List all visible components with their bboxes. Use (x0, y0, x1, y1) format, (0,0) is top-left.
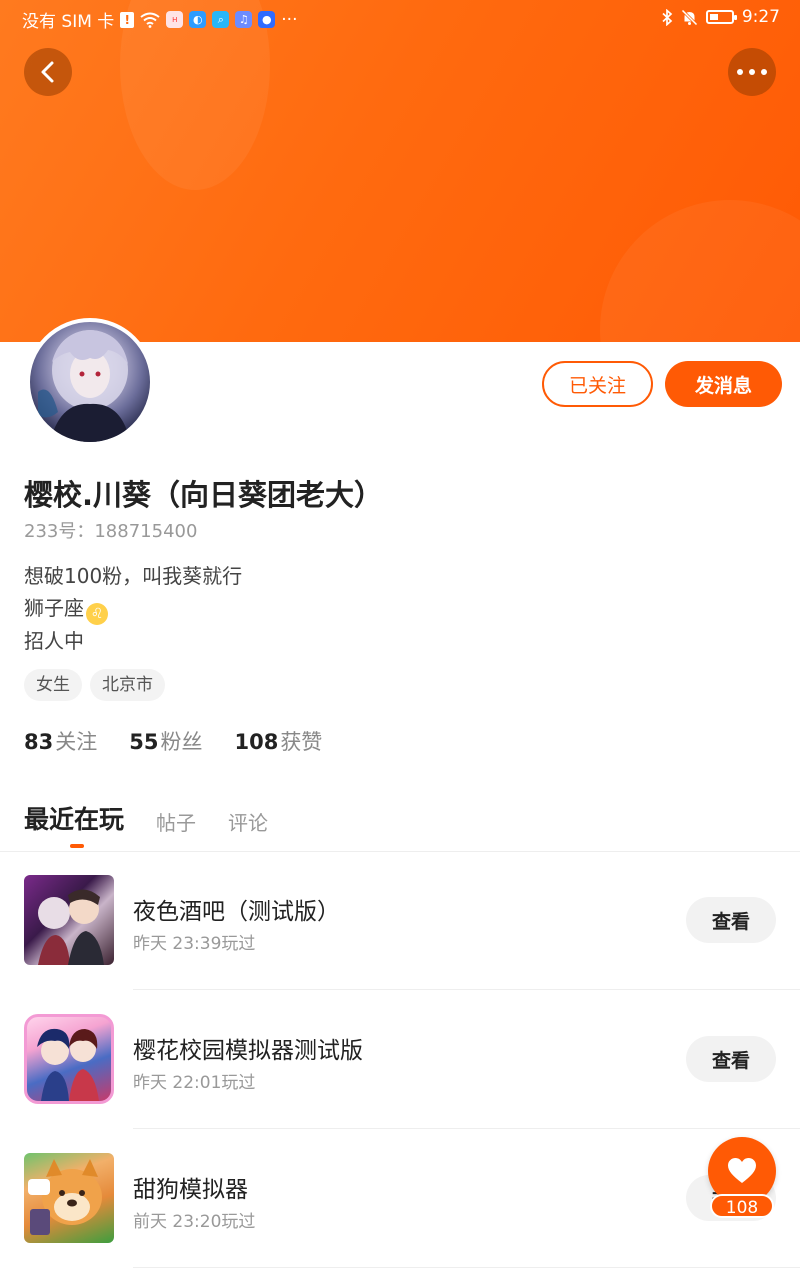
followed-button[interactable]: 已关注 (542, 361, 653, 407)
avatar[interactable] (26, 318, 154, 446)
back-button[interactable] (24, 48, 72, 96)
row-divider (133, 1267, 800, 1268)
profile-id-value: 188715400 (94, 521, 198, 542)
chevron-left-icon (41, 61, 54, 83)
more-notifications-icon: ··· (281, 9, 298, 30)
tabs-divider (0, 851, 800, 852)
send-message-button[interactable]: 发消息 (665, 361, 782, 407)
likes-stat[interactable]: 108获赞 (234, 726, 322, 756)
bio-line: 狮子座 ♌ (24, 592, 242, 625)
profile-tags: 女生 北京市 (24, 669, 165, 701)
game-icon (24, 1153, 114, 1243)
following-stat[interactable]: 83关注 (24, 726, 97, 756)
tab-comments[interactable]: 评论 (228, 807, 268, 838)
tips-app-icon: ● (258, 11, 276, 28)
profile-id-label: 233号： (24, 521, 95, 542)
battery-icon (705, 10, 737, 24)
leo-zodiac-icon: ♌ (86, 603, 108, 625)
game-played-time: 昨天 22:01玩过 (133, 1073, 256, 1093)
huawei-app-icon: H (166, 11, 184, 28)
tab-recently-played[interactable]: 最近在玩 (24, 800, 124, 848)
game-played-time: 昨天 23:39玩过 (133, 934, 256, 954)
bio-line: 想破100粉，叫我葵就行 (24, 564, 243, 588)
mute-bell-icon (681, 8, 698, 26)
gender-tag: 女生 (24, 669, 82, 701)
followers-stat[interactable]: 55粉丝 (129, 726, 202, 756)
row-divider (133, 1128, 800, 1129)
game-name: 甜狗模拟器 (133, 1177, 248, 1203)
carrier-text: 没有 SIM 卡 (22, 12, 115, 32)
game-name: 夜色酒吧（测试版） (133, 899, 340, 925)
music-app-icon: ♫ (235, 11, 253, 28)
bio-line: 招人中 (24, 629, 84, 653)
tab-posts[interactable]: 帖子 (156, 807, 196, 838)
game-played-time: 前天 23:20玩过 (133, 1212, 256, 1232)
game-icon (24, 875, 114, 965)
game-name: 樱花校园模拟器测试版 (133, 1038, 363, 1064)
like-count-badge: 108 (710, 1194, 774, 1218)
game-icon (24, 1014, 114, 1104)
profile-stats: 83关注 55粉丝 108获赞 (24, 726, 322, 756)
more-dots-icon (737, 69, 767, 75)
profile-id: 233号：188715400 (24, 517, 197, 543)
profile-banner (0, 0, 800, 342)
list-item[interactable]: 樱花校园模拟器测试版 昨天 22:01玩过 查看 (0, 1014, 800, 1153)
location-tag: 北京市 (90, 669, 165, 701)
search-app-icon: ⌕ (212, 11, 230, 28)
clock-time: 9:27 (741, 7, 780, 27)
view-game-button[interactable]: 查看 (686, 897, 776, 943)
wifi-icon (140, 12, 160, 28)
profile-bio: 想破100粉，叫我葵就行 狮子座 ♌ 招人中 (24, 560, 242, 657)
profile-tabs: 最近在玩 帖子 评论 (24, 800, 268, 848)
profile-name: 樱校.川葵（向日葵团老大） (24, 478, 384, 512)
bluetooth-icon (662, 8, 673, 26)
sim-alert-icon: ! (120, 11, 135, 28)
profile-page: 没有 SIM 卡 ! H ◐ ⌕ ♫ ● ··· 9:27 已关注 发消息 樱校… (0, 0, 800, 1280)
status-bar: 没有 SIM 卡 ! H ◐ ⌕ ♫ ● ··· 9:27 (0, 0, 800, 36)
list-item[interactable]: 夜色酒吧（测试版） 昨天 23:39玩过 查看 (0, 875, 800, 1014)
browser-app-icon: ◐ (189, 11, 207, 28)
heart-icon (728, 1158, 756, 1183)
list-item[interactable]: 甜狗模拟器 前天 23:20玩过 查看 (0, 1153, 800, 1280)
more-button[interactable] (728, 48, 776, 96)
row-divider (133, 989, 800, 990)
view-game-button[interactable]: 查看 (686, 1036, 776, 1082)
